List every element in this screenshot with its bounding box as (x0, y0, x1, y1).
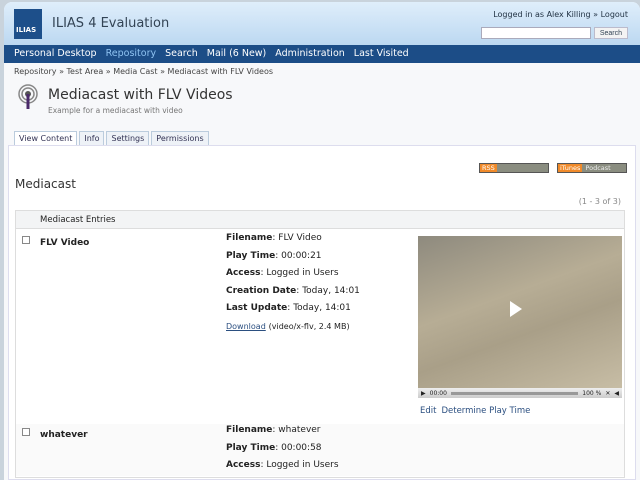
nav-search[interactable]: Search (165, 48, 198, 60)
tab-view-content[interactable]: View Content (14, 131, 78, 145)
page-description: Example for a mediacast with video (48, 106, 183, 115)
podcast-label: Podcast (585, 164, 611, 172)
download-link[interactable]: Download (226, 322, 266, 331)
itunes-label: iTunes (558, 164, 583, 172)
tab-settings[interactable]: Settings (106, 131, 150, 145)
value: whatever (278, 425, 321, 435)
video-controls: ▶ 00:00 100 % ✕ ◀ (418, 388, 622, 398)
label: Access (226, 268, 261, 278)
itunes-badge[interactable]: iTunes Podcast (557, 163, 627, 173)
search-button[interactable]: Search (593, 27, 628, 39)
value: Today, 14:01 (293, 303, 351, 313)
app-title: ILIAS 4 Evaluation (52, 16, 170, 31)
fullscreen-icon[interactable]: ✕ (605, 390, 610, 397)
value: Logged in Users (266, 268, 339, 278)
seek-bar[interactable] (450, 391, 579, 395)
header: ILIAS ILIAS 4 Evaluation Logged in as Al… (4, 2, 640, 45)
video-player[interactable] (418, 236, 622, 391)
entry-properties: Filename: whatever Play Time: 00:00:58 A… (226, 425, 339, 470)
entry-checkbox[interactable] (22, 236, 30, 244)
entry-name: whatever (40, 430, 88, 440)
zoom-display: 100 % (582, 389, 602, 397)
main-nav: Personal Desktop Repository Search Mail … (4, 45, 640, 63)
mediacast-icon (18, 84, 38, 109)
download-info: (video/x-flv, 2.4 MB) (268, 321, 350, 331)
tab-permissions[interactable]: Permissions (151, 131, 209, 145)
search-input[interactable] (480, 27, 591, 39)
time-display: 00:00 (429, 389, 447, 397)
entries-table: Mediacast Entries FLV Video Filename: FL… (15, 210, 625, 478)
label: Last Update (226, 303, 288, 313)
section-title: Mediacast (15, 177, 76, 191)
play-button-icon[interactable]: ▶ (421, 390, 426, 397)
label: Filename (226, 233, 273, 243)
item-count: (1 - 3 of 3) (578, 197, 621, 206)
nav-repository[interactable]: Repository (106, 48, 157, 60)
play-icon[interactable] (510, 301, 522, 317)
nav-personal-desktop[interactable]: Personal Desktop (14, 48, 97, 60)
login-status: Logged in as Alex Killing » Logout (493, 10, 628, 19)
tab-info[interactable]: Info (79, 131, 105, 145)
page-title: Mediacast with FLV Videos (48, 87, 233, 103)
edit-link[interactable]: Edit (420, 406, 436, 416)
page: ILIAS ILIAS 4 Evaluation Logged in as Al… (4, 2, 640, 480)
value: FLV Video (278, 233, 322, 243)
logout-link[interactable]: Logout (601, 10, 628, 19)
value: 00:00:21 (281, 250, 322, 261)
label: Creation Date (226, 285, 297, 296)
entry-properties: Filename: FLV Video Play Time: 00:00:21 … (226, 233, 360, 331)
volume-icon[interactable]: ◀ (614, 390, 619, 397)
label: Play Time (226, 442, 276, 453)
nav-administration[interactable]: Administration (275, 48, 345, 60)
table-row: whatever Filename: whatever Play Time: 0… (16, 424, 624, 476)
table-row: FLV Video Filename: FLV Video Play Time:… (16, 230, 624, 420)
value: Logged in Users (266, 460, 339, 470)
label: Access (226, 460, 261, 470)
nav-mail[interactable]: Mail (6 New) (207, 48, 267, 60)
entry-name: FLV Video (40, 238, 90, 248)
content-area: RSS iTunes Podcast Mediacast (1 - 3 of 3)… (8, 145, 636, 480)
ilias-logo[interactable]: ILIAS (14, 9, 42, 39)
table-header: Mediacast Entries (16, 211, 624, 229)
value: 00:00:58 (281, 442, 322, 453)
value: Today, 14:01 (302, 285, 360, 296)
label: Filename (226, 425, 273, 435)
entry-checkbox[interactable] (22, 428, 30, 436)
rss-label: RSS (480, 164, 497, 172)
nav-last-visited[interactable]: Last Visited (354, 48, 409, 60)
label: Play Time (226, 250, 276, 261)
login-text: Logged in as Alex Killing (493, 10, 591, 19)
rss-badge[interactable]: RSS (479, 163, 549, 173)
determine-play-time-link[interactable]: Determine Play Time (441, 406, 530, 416)
breadcrumb[interactable]: Repository » Test Area » Media Cast » Me… (4, 63, 640, 80)
